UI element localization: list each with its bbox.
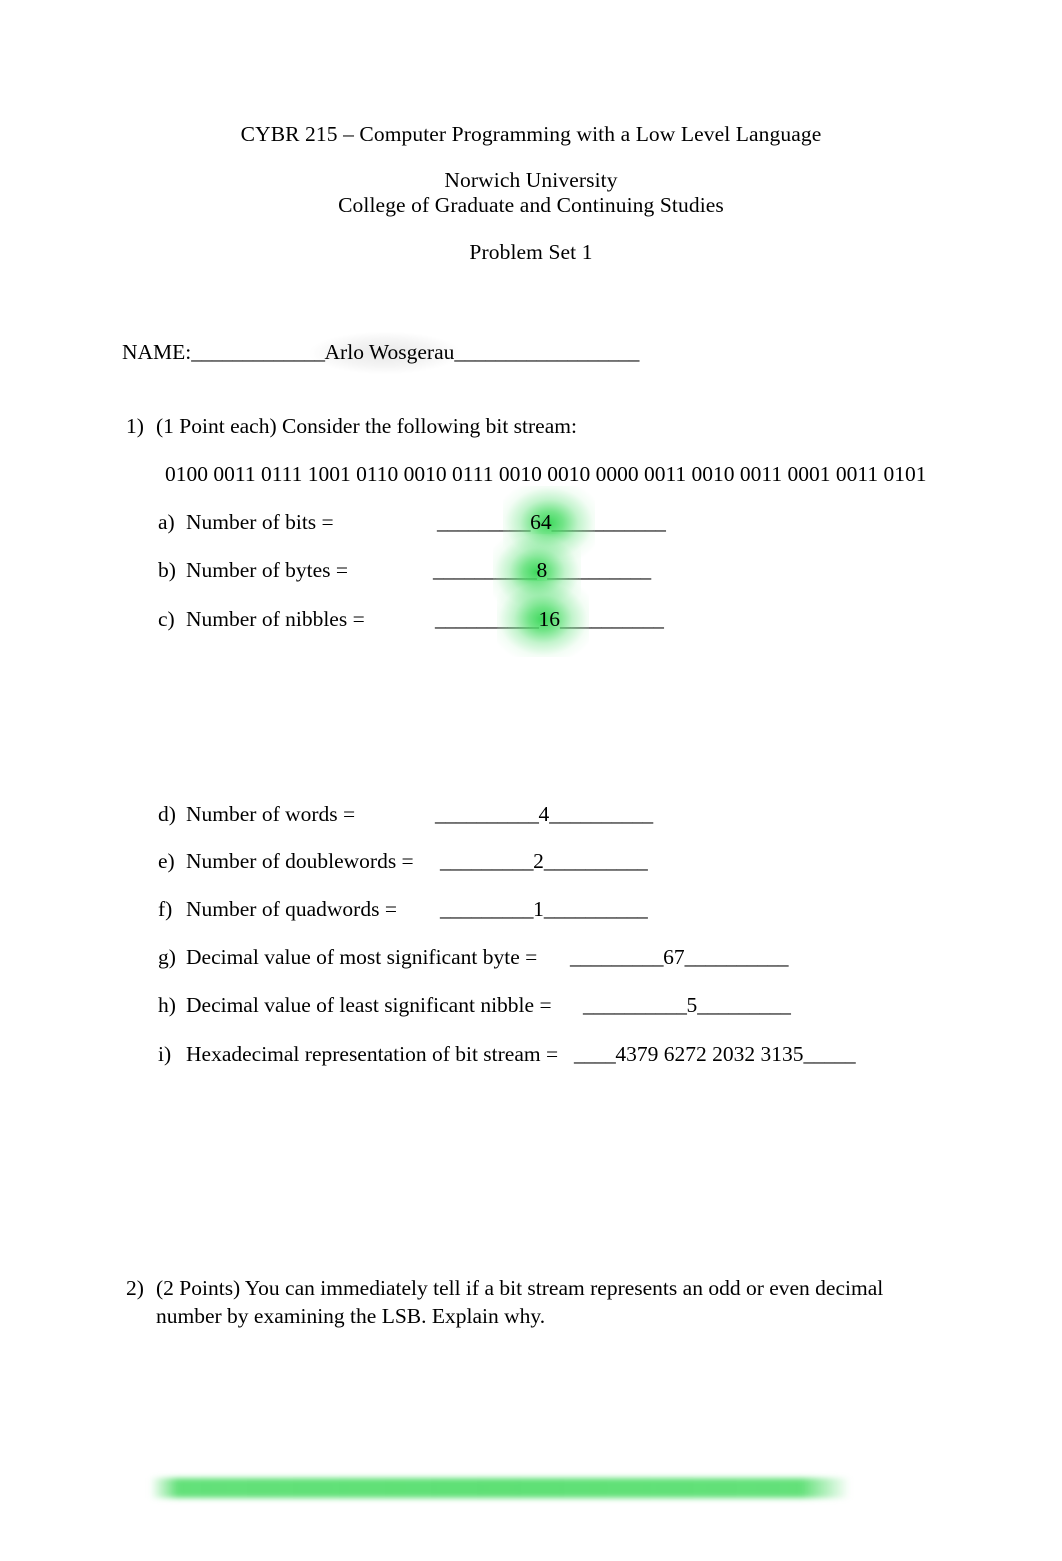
sub-item-h-answer[interactable]: __________5_________ xyxy=(583,991,791,1019)
sub-item-c-marker: c) xyxy=(158,607,175,631)
sub-item-a-answer[interactable]: _________64___________ xyxy=(437,486,666,560)
sub-item-f-marker: f) xyxy=(158,897,173,921)
name-value: Arlo Wosgerau xyxy=(324,340,455,364)
answer-value-i: 4379 6272 2032 3135 xyxy=(615,1042,804,1066)
rule-after-a: ___________ xyxy=(551,510,666,534)
answer-value-e: 2 xyxy=(533,849,544,873)
sub-item-d-marker: d) xyxy=(158,802,176,826)
name-rule-before: _____________ xyxy=(191,340,325,364)
name-rule-after: __________________ xyxy=(454,340,639,364)
answer-value-c: 16 xyxy=(538,607,561,631)
answer-value-f: 1 xyxy=(533,897,544,921)
sub-item-f-answer[interactable]: _________1__________ xyxy=(440,895,648,923)
sub-item-f-label: Number of quadwords = xyxy=(186,897,397,921)
answer-value-b: 8 xyxy=(536,558,548,582)
sub-item-h-label: Decimal value of least significant nibbl… xyxy=(186,993,552,1017)
name-label: NAME: xyxy=(122,340,192,364)
answer-value-h: 5 xyxy=(686,993,698,1017)
answer-value-a: 64 xyxy=(530,510,552,534)
rule-before-b: __________ xyxy=(433,558,537,582)
rule-before-e: _________ xyxy=(440,849,534,873)
name-field[interactable]: NAME:_____________Arlo Wosgerau_________… xyxy=(122,332,639,374)
rule-after-b: __________ xyxy=(547,558,651,582)
sub-item-b-answer[interactable]: __________8__________ xyxy=(433,534,651,610)
rule-before-i: ____ xyxy=(574,1042,616,1066)
rule-before-a: _________ xyxy=(437,510,531,534)
bottom-green-highlight-bar xyxy=(150,1478,850,1498)
rule-after-i: _____ xyxy=(803,1042,856,1066)
sub-item-i-marker: i) xyxy=(158,1042,172,1066)
sub-item-b-marker: b) xyxy=(158,558,176,582)
rule-before-d: __________ xyxy=(435,802,539,826)
sub-item-e-marker: e) xyxy=(158,849,175,873)
sub-item-c-answer[interactable]: __________16__________ xyxy=(435,581,664,657)
course-title: CYBR 215 – Computer Programming with a L… xyxy=(240,122,822,146)
sub-item-a-label: Number of bits = xyxy=(186,510,334,534)
college-name: College of Graduate and Continuing Studi… xyxy=(338,193,724,217)
sub-item-g-marker: g) xyxy=(158,945,176,969)
sub-item-h-marker: h) xyxy=(158,993,176,1017)
sub-item-a-marker: a) xyxy=(158,510,175,534)
document-header: CYBR 215 – Computer Programming with a L… xyxy=(0,122,1062,265)
rule-before-f: _________ xyxy=(440,897,534,921)
sub-item-g-label: Decimal value of most significant byte = xyxy=(186,945,538,969)
bit-stream-value: 0100 0011 0111 1001 0110 0010 0111 0010 … xyxy=(165,462,927,486)
rule-after-f: __________ xyxy=(543,897,648,921)
sub-item-e-label: Number of doublewords = xyxy=(186,849,414,873)
rule-after-c: __________ xyxy=(560,607,664,631)
question-1-text: (1 Point each) Consider the following bi… xyxy=(156,414,577,438)
sub-item-b-label: Number of bytes = xyxy=(186,558,348,582)
sub-item-i-label: Hexadecimal representation of bit stream… xyxy=(186,1042,559,1066)
sub-item-d-answer[interactable]: __________4__________ xyxy=(435,800,653,828)
question-1-number: 1) xyxy=(126,414,144,438)
sub-item-c-label: Number of nibbles = xyxy=(186,607,365,631)
rule-after-d: __________ xyxy=(549,802,653,826)
question-2-number: 2) xyxy=(126,1276,144,1300)
answer-value-g: 67 xyxy=(663,945,685,969)
question-2-text: (2 Points) You can immediately tell if a… xyxy=(156,1276,884,1328)
answer-value-d: 4 xyxy=(538,802,550,826)
rule-after-g: __________ xyxy=(684,945,789,969)
rule-before-g: _________ xyxy=(570,945,664,969)
rule-after-h: _________ xyxy=(697,993,791,1017)
assignment-title: Problem Set 1 xyxy=(469,240,593,264)
header-spacer-2 xyxy=(0,218,1062,240)
sub-item-e-answer[interactable]: _________2__________ xyxy=(440,847,648,875)
header-spacer-1 xyxy=(0,147,1062,168)
rule-before-h: __________ xyxy=(583,993,687,1017)
sub-item-d-label: Number of words = xyxy=(186,802,356,826)
university-name: Norwich University xyxy=(444,168,618,192)
document-page: CYBR 215 – Computer Programming with a L… xyxy=(0,0,1062,1561)
sub-item-i-answer[interactable]: ____4379 6272 2032 3135_____ xyxy=(574,1040,856,1068)
sub-item-g-answer[interactable]: _________67__________ xyxy=(570,943,789,971)
rule-after-e: __________ xyxy=(543,849,648,873)
rule-before-c: __________ xyxy=(435,607,539,631)
